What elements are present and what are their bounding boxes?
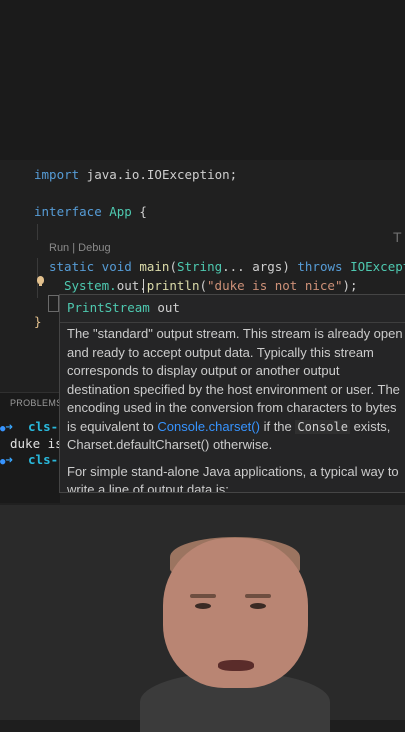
hover-tooltip: PrintStream out The "standard" output st…	[59, 294, 405, 493]
presenter-brow	[245, 594, 271, 598]
video-top-area	[0, 0, 405, 160]
console-charset-link[interactable]: Console.charset()	[157, 419, 260, 434]
codelens-run-debug[interactable]: Run | Debug	[49, 242, 111, 254]
tab-problems[interactable]: PROBLEMS	[10, 398, 62, 408]
doc-paragraph-1: The "standard" output stream. This strea…	[67, 325, 403, 455]
println-method: println	[146, 278, 200, 293]
hover-signature: PrintStream out	[67, 300, 180, 315]
code-line-interface[interactable]: interface App {	[34, 204, 147, 219]
lightbulb-icon[interactable]	[37, 276, 44, 284]
system-class: System.	[64, 278, 117, 293]
code-line-import[interactable]: import java.io.IOException;	[34, 167, 237, 182]
terminal-line-3: ●➜ cls-	[0, 452, 58, 467]
params-rest: ... args)	[222, 259, 290, 274]
keyword-void: void	[94, 259, 132, 274]
method-main: main	[131, 259, 170, 274]
doc-text: if the	[259, 418, 296, 434]
open-brace: {	[131, 204, 147, 219]
prompt-arrow-icon: ➜	[5, 452, 13, 467]
doc-text: The "standard" output stream. This strea…	[67, 326, 403, 434]
string-literal: "duke is not nice"	[207, 278, 343, 293]
import-path: java.io.IOException;	[79, 167, 238, 182]
text-cursor	[143, 279, 144, 293]
code-line-closing-brace[interactable]: }	[34, 314, 42, 329]
hover-documentation: The "standard" output stream. This strea…	[67, 325, 403, 493]
code-line-println[interactable]: System.out.println("duke is not nice");	[64, 278, 358, 293]
signature-type: PrintStream	[67, 300, 150, 315]
presenter-eye	[250, 603, 266, 609]
presenter-mouth	[218, 660, 254, 671]
statement-end: );	[342, 278, 358, 293]
indent-guide	[37, 224, 38, 240]
doc-code: Console	[295, 419, 350, 434]
interface-name: App	[101, 204, 132, 219]
prompt-arrow-icon: ➜	[5, 419, 13, 434]
terminal-output: duke is	[10, 436, 63, 451]
keyword-throws: throws	[289, 259, 343, 274]
code-line-main[interactable]: static void main(String... args) throws …	[49, 259, 405, 274]
paren: (	[169, 259, 177, 274]
doc-paragraph-2: For simple stand-alone Java applications…	[67, 463, 399, 493]
hover-divider	[60, 322, 405, 323]
presenter-brow	[190, 594, 216, 598]
paren: (	[199, 278, 208, 293]
lightbulb-base	[39, 284, 42, 286]
terminal-command: cls-	[28, 452, 59, 467]
keyword-interface: interface	[34, 204, 102, 219]
keyword-import: import	[34, 167, 80, 182]
param-type: String	[176, 259, 223, 274]
overlay-letter: T	[393, 229, 402, 245]
presenter-eye	[195, 603, 211, 609]
bracket-match-highlight	[48, 295, 59, 312]
out-field[interactable]: out	[117, 278, 140, 293]
signature-var: out	[149, 300, 180, 315]
keyword-static: static	[49, 259, 95, 274]
terminal-line-1: ●➜ cls-	[0, 419, 58, 434]
exception-type: IOExcept	[342, 259, 405, 274]
terminal-command: cls-	[28, 419, 59, 434]
